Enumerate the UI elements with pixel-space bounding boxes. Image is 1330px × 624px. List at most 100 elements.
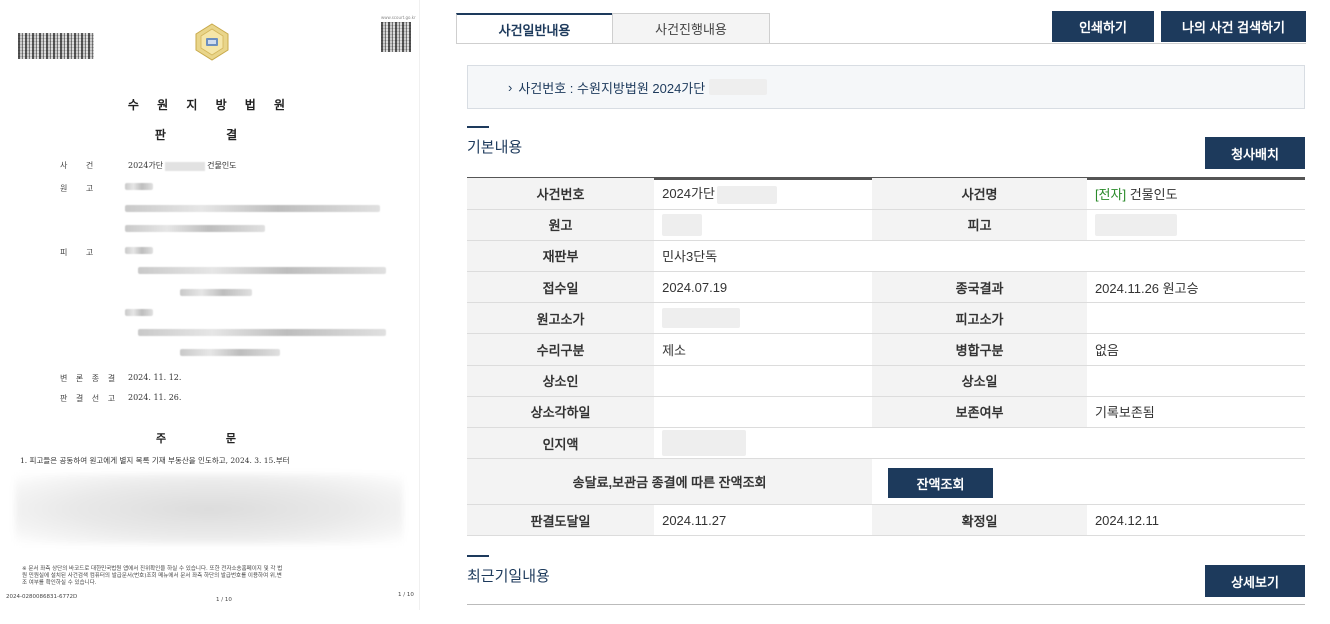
empty-cell <box>1086 427 1305 460</box>
label-balance-inquiry: 송달료,보관금 종결에 따른 잔액조회 <box>467 458 873 506</box>
empty-cell <box>1086 240 1305 273</box>
redacted-value <box>716 185 777 204</box>
tab-general-info[interactable]: 사건일반내용 <box>456 13 613 44</box>
label-defendant-claim: 피고소가 <box>872 302 1087 335</box>
blurred-content <box>15 474 403 544</box>
redacted-value <box>1094 213 1177 236</box>
value-appellant <box>654 365 873 397</box>
redacted-case-number <box>709 79 768 95</box>
redacted-text <box>125 205 380 212</box>
label-received-date: 접수일 <box>467 271 655 304</box>
table-row: 수리구분 제소 병합구분 없음 <box>467 333 1305 366</box>
table-row: 원고 피고 <box>467 209 1305 241</box>
redacted-text <box>125 309 153 316</box>
my-case-search-button[interactable]: 나의 사건 검색하기 <box>1161 11 1306 42</box>
table-row: 재판부 민사3단독 <box>467 240 1305 273</box>
page-number-right: 1 / 10 <box>398 592 414 598</box>
redacted-text <box>180 349 280 356</box>
redacted-text <box>138 267 386 274</box>
value-confirmed-date: 2024.12.11 <box>1086 504 1305 537</box>
value-plaintiff-claim <box>654 302 873 335</box>
redacted-value <box>662 213 703 236</box>
table-row: 인지액 <box>467 427 1305 460</box>
label-appeal-dismissal-date: 상소각하일 <box>467 396 655 429</box>
doc-type: 판 결 <box>154 128 266 142</box>
judgment-date: 2024. 11. 26. <box>128 393 182 402</box>
hearing-end-date: 2024. 11. 12. <box>128 373 182 382</box>
label-preservation: 보존여부 <box>872 396 1087 429</box>
order-line-1: 1. 피고들은 공동하여 원고에게 별지 목록 기재 부동산을 인도하고, 20… <box>20 456 290 465</box>
footer-notice-3: 조 여부를 확인하실 수 있습니다. <box>22 580 97 586</box>
table-row: 송달료,보관금 종결에 따른 잔액조회 <box>467 458 1305 506</box>
label-appeal-date: 상소일 <box>872 365 1087 397</box>
table-row: 상소인 상소일 <box>467 365 1305 397</box>
footer-notice-2: 원 민원실에 설치된 사건검색 컴퓨터의 발급문서(번호)조회 메뉴에서 문서 … <box>22 573 282 579</box>
print-button[interactable]: 인쇄하기 <box>1052 11 1154 42</box>
case-number-header: › 사건번호 : 수원지방법원 2024가단 <box>467 65 1305 109</box>
value-final-result: 2024.11.26 원고승 <box>1086 271 1305 304</box>
doc-case-name: 건물인도 <box>207 161 237 170</box>
footer-notice: ※ 문서 좌측 상단의 바코드로 대한민국법원 앱에서 진위확인을 하실 수 있… <box>22 566 283 572</box>
label-defendant: 피고 <box>872 209 1087 241</box>
page-number-center: 1 / 10 <box>216 597 232 603</box>
order-heading: 주 문 <box>155 432 265 445</box>
value-preservation: 기록보존됨 <box>1086 396 1305 429</box>
value-defendant <box>1086 209 1305 241</box>
case-number-text: 2024가단 <box>662 186 715 202</box>
courthouse-layout-button[interactable]: 청사배치 <box>1205 137 1305 169</box>
table-row: 접수일 2024.07.19 종국결과 2024.11.26 원고승 <box>467 271 1305 304</box>
label-merge-type: 병합구분 <box>872 333 1087 366</box>
label-defendant: 피 고 <box>60 248 102 257</box>
table-row: 판결도달일 2024.11.27 확정일 2024.12.11 <box>467 504 1305 537</box>
value-case-number: 2024가단 <box>654 178 873 210</box>
electronic-tag: [전자] <box>1094 186 1127 202</box>
value-plaintiff <box>654 209 873 241</box>
label-case-number: 사건번호 <box>467 178 655 210</box>
empty-cell <box>872 240 1087 273</box>
recent-hearing-section-title: 최근기일내용 <box>467 555 550 586</box>
label-division: 재판부 <box>467 240 655 273</box>
value-defendant-claim <box>1086 302 1305 335</box>
judgment-document: www.scourt.go.kr 수 원 지 방 법 원 판 결 사 건 202… <box>0 0 420 610</box>
case-info-table: 사건번호 2024가단 사건명 [전자] 건물인도 원고 피고 재판부 민사3단… <box>467 178 1305 537</box>
court-emblem-icon <box>195 23 229 61</box>
doc-case-line: 2024가단 건물인도 <box>128 160 237 171</box>
table-row: 원고소가 피고소가 <box>467 302 1305 335</box>
label-hearing-end: 변 론 종 결 <box>60 374 119 383</box>
label-case: 사 건 <box>60 161 102 170</box>
case-name-text: 건물인도 <box>1126 186 1178 202</box>
value-merge-type: 없음 <box>1086 333 1305 366</box>
value-appeal-dismissal-date <box>654 396 873 429</box>
court-title: 수 원 지 방 법 원 <box>127 98 293 112</box>
label-appellant: 상소인 <box>467 365 655 397</box>
label-final-result: 종국결과 <box>872 271 1087 304</box>
table-row: 사건번호 2024가단 사건명 [전자] 건물인도 <box>467 178 1305 210</box>
issue-number: 2024-0280086831-6772D <box>6 594 78 600</box>
value-received-date: 2024.07.19 <box>654 271 873 304</box>
barcode-left <box>18 33 94 59</box>
redacted-text <box>125 183 153 190</box>
empty-cell <box>872 427 1087 460</box>
value-appeal-date <box>1086 365 1305 397</box>
label-plaintiff: 원고 <box>467 209 655 241</box>
redacted-value <box>662 308 741 329</box>
case-header-text: 사건번호 : 수원지방법원 2024가단 <box>518 80 706 96</box>
table-row: 상소각하일 보존여부 기록보존됨 <box>467 396 1305 429</box>
label-case-name: 사건명 <box>872 178 1087 210</box>
tab-progress-info[interactable]: 사건진행내용 <box>612 13 770 44</box>
site-url: www.scourt.go.kr <box>381 15 416 20</box>
redacted-text <box>138 329 386 336</box>
label-plaintiff-claim: 원고소가 <box>467 302 655 335</box>
label-confirmed-date: 확정일 <box>872 504 1087 537</box>
redacted-value <box>662 430 747 457</box>
redacted-text <box>125 225 265 232</box>
label-plaintiff: 원 고 <box>60 184 102 193</box>
value-receipt-type: 제소 <box>654 333 873 366</box>
qr-code-right <box>381 22 411 52</box>
value-judgment-delivery-date: 2024.11.27 <box>654 504 873 537</box>
tabs-divider <box>456 43 1306 44</box>
balance-inquiry-button[interactable]: 잔액조회 <box>888 468 993 498</box>
view-details-button[interactable]: 상세보기 <box>1205 565 1305 597</box>
value-division: 민사3단독 <box>654 240 873 273</box>
label-receipt-type: 수리구분 <box>467 333 655 366</box>
